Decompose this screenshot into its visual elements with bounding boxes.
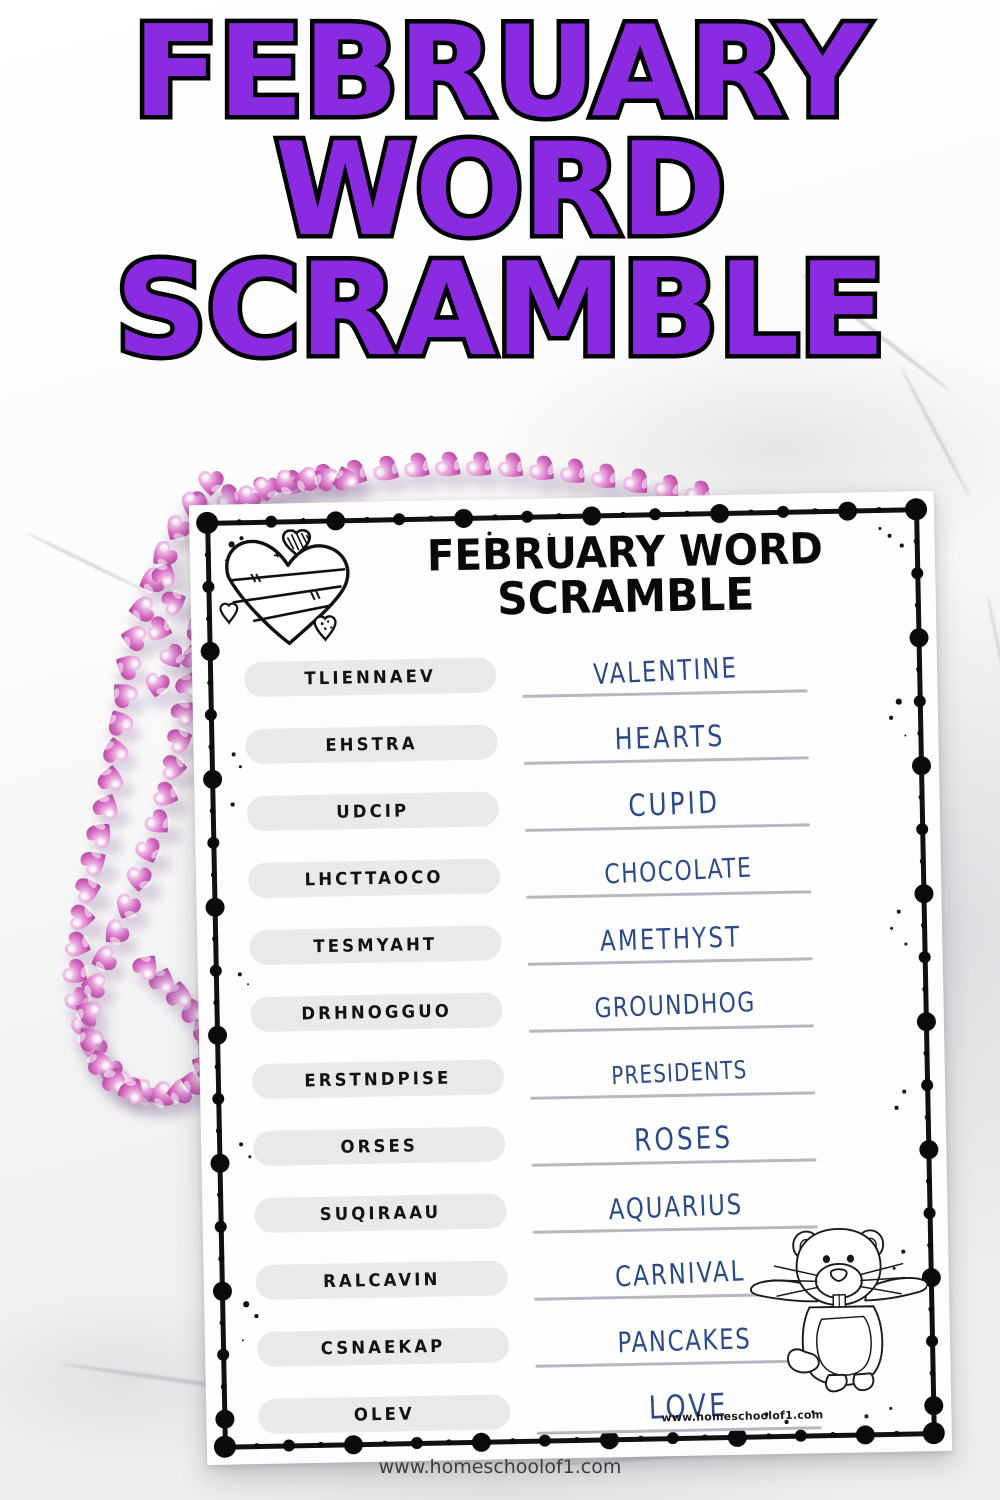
border-bead-dot <box>202 580 215 594</box>
border-bead-dot <box>453 508 473 528</box>
scrambled-word-pill: CSNAEKAP <box>256 1327 510 1368</box>
scrambled-word-pill: SUQIRAAU <box>254 1193 507 1234</box>
scene: FEBRUARY WORD SCRAMBLE FEBRUARY WORD SCR… <box>0 0 1000 1500</box>
scrambled-word-pill: RALCAVIN <box>255 1260 509 1301</box>
border-bead-dot <box>392 512 406 526</box>
footer-url: www.homeschoolof1.com <box>378 1456 622 1478</box>
border-bead-dot <box>325 510 345 531</box>
handwritten-answer[interactable]: AMETHYST <box>539 910 802 968</box>
border-bead-dot <box>648 507 662 521</box>
handwritten-answer[interactable]: HEARTS <box>539 709 802 767</box>
heart-bead <box>141 671 173 701</box>
scrambled-word-text: TESMYAHT <box>313 933 438 957</box>
scrambled-word-pill: TESMYAHT <box>249 925 502 966</box>
ink-speck <box>900 543 904 548</box>
border-bead-dot <box>581 505 601 526</box>
scrambled-word-pill: ERSTNDPISE <box>251 1059 505 1100</box>
scrambled-word-pill: ORSES <box>252 1126 506 1167</box>
scrambled-word-pill: DRHNOGGUO <box>250 992 503 1033</box>
heart-doodle-icon <box>213 528 367 651</box>
scrambled-word-text: CSNAEKAP <box>320 1335 446 1359</box>
ink-speck <box>887 533 892 539</box>
handwritten-answer[interactable]: CUPID <box>543 775 806 835</box>
groundhog-illustration <box>740 1213 929 1397</box>
scrambled-word-text: ORSES <box>340 1135 419 1158</box>
scrambled-word-text: DRHNOGGUO <box>301 1000 453 1024</box>
handwritten-answer[interactable]: ROSES <box>552 1111 815 1169</box>
border-bead-dot <box>709 503 729 523</box>
scrambled-word-text: LHCTTAOCO <box>304 866 444 890</box>
border-bead-dot <box>904 498 928 521</box>
scrambled-word-text: TLIENNAEV <box>304 665 437 689</box>
scrambled-word-pill: EHSTRA <box>245 724 498 765</box>
scrambled-word-text: UDCIP <box>336 800 410 823</box>
scrambled-word-text: OLEV <box>353 1403 416 1425</box>
border-bead-dot <box>910 566 924 580</box>
heart-bead <box>124 866 154 893</box>
scrambled-word-text: RALCAVIN <box>322 1268 441 1292</box>
scrambled-word-text: SUQIRAAU <box>319 1201 442 1225</box>
scrambled-word-pill: TLIENNAEV <box>243 657 497 698</box>
scrambled-word-text: EHSTRA <box>325 733 418 756</box>
scrambled-word-text: ERSTNDPISE <box>304 1067 452 1091</box>
border-bead-dot <box>776 505 790 519</box>
worksheet-title: FEBRUARY WORD SCRAMBLE <box>380 524 870 625</box>
border-bead-dot <box>520 510 534 524</box>
handwritten-answer[interactable]: GROUNDHOG <box>544 976 807 1036</box>
border-bead-dot <box>264 515 278 528</box>
scrambled-word-pill: OLEV <box>258 1394 511 1435</box>
scrambled-word-pill: LHCTTAOCO <box>247 858 501 899</box>
ink-speck <box>877 526 881 530</box>
border-bead-dot <box>837 500 857 521</box>
heart-bead <box>162 753 188 782</box>
worksheet-paper: FEBRUARY WORD SCRAMBLE TLIENNAEV VALENTIN… <box>188 490 953 1466</box>
scrambled-word-pill: UDCIP <box>246 791 500 832</box>
heart-bead <box>98 734 132 766</box>
